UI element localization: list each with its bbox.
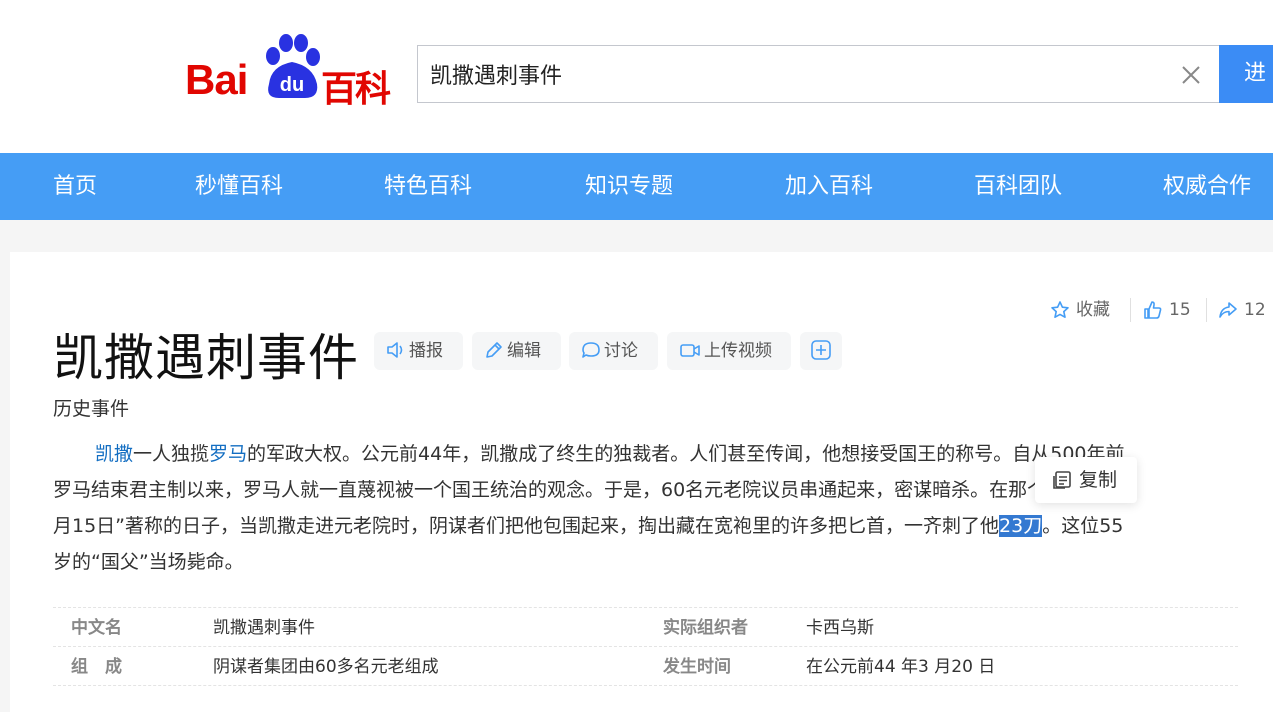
share-button[interactable]: 12	[1218, 296, 1266, 324]
like-count: 15	[1169, 300, 1191, 320]
basic-info-table: 中文名 凯撒遇刺事件 实际组织者 卡西乌斯 组 成 阴谋者集团由60多名元老组成…	[53, 607, 1238, 686]
paw-logo-icon: du	[266, 34, 320, 98]
baidu-baike-logo[interactable]: Bai du 百科	[185, 34, 405, 110]
share-count: 12	[1244, 300, 1266, 320]
info-key: 中文名	[71, 618, 122, 638]
search-button[interactable]: 进	[1219, 45, 1273, 103]
copy-icon	[1053, 471, 1071, 489]
more-actions-button[interactable]	[800, 332, 842, 370]
nav-item-special[interactable]: 特色百科	[384, 153, 472, 220]
edit-button[interactable]: 编辑	[472, 332, 561, 370]
selected-text[interactable]: 23刀	[999, 515, 1043, 537]
summary-text: 一人独揽	[133, 443, 210, 465]
nav-item-miaodong[interactable]: 秒懂百科	[195, 153, 283, 220]
nav-item-home[interactable]: 首页	[53, 153, 97, 220]
upload-video-button[interactable]: 上传视频	[667, 332, 791, 370]
broadcast-button[interactable]: 播报	[374, 332, 463, 370]
summary-line: 岁的“国父”当场毙命。	[53, 551, 244, 573]
summary-text: 。这位55	[1042, 515, 1124, 537]
divider	[1206, 298, 1207, 322]
search-box	[417, 45, 1219, 103]
nav-item-team[interactable]: 百科团队	[974, 153, 1062, 220]
info-value: 阴谋者集团由60多名元老组成	[213, 657, 439, 677]
logo-baike-text: 百科	[321, 69, 391, 110]
copy-label: 复制	[1079, 469, 1118, 491]
main-nav: 首页 秒懂百科 特色百科 知识专题 加入百科 百科团队 权威合作	[0, 153, 1273, 220]
summary-text: 的军政大权。公元前44年，凯撒成了终生的独裁者。人们甚至传闻，他想接受国王的称号…	[247, 443, 1125, 465]
discuss-label: 讨论	[604, 341, 638, 361]
divider	[1130, 298, 1131, 322]
nav-item-cooperation[interactable]: 权威合作	[1163, 153, 1251, 220]
info-value[interactable]: 卡西乌斯	[806, 608, 874, 648]
like-button[interactable]: 15	[1143, 296, 1191, 324]
nav-item-join[interactable]: 加入百科	[785, 153, 873, 220]
collect-button[interactable]: 收藏	[1050, 296, 1110, 324]
info-value: 凯撒遇刺事件	[213, 618, 315, 638]
summary-text: 月15日”著称的日子，当凯撒走进元老院时，阴谋者们把他包围起来，掏出藏在宽袍里的…	[53, 515, 1000, 537]
info-row: 组 成 阴谋者集团由60多名元老组成 发生时间 在公元前44 年3 月20 日	[53, 646, 1238, 686]
link-luoma[interactable]: 罗马	[209, 443, 247, 465]
broadcast-label: 播报	[409, 341, 443, 361]
info-value: 在公元前44 年3 月20 日	[806, 657, 996, 677]
info-key: 组 成	[71, 657, 122, 677]
edit-label: 编辑	[507, 341, 541, 361]
logo-bai-text: Bai	[185, 56, 248, 103]
share-icon	[1219, 302, 1237, 318]
collect-label: 收藏	[1076, 300, 1110, 320]
summary-line: 月15日”著称的日子，当凯撒走进元老院时，阴谋者们把他包围起来，掏出藏在宽袍里的…	[53, 508, 1238, 544]
upload-video-label: 上传视频	[704, 341, 772, 361]
pencil-icon	[486, 341, 502, 358]
header: Bai du 百科 进	[0, 0, 1273, 153]
thumbs-up-icon	[1144, 301, 1162, 319]
page-title: 凯撒遇刺事件	[53, 329, 359, 387]
nav-item-topics[interactable]: 知识专题	[585, 153, 673, 220]
info-row: 中文名 凯撒遇刺事件 实际组织者 卡西乌斯	[53, 607, 1238, 646]
speaker-icon	[387, 341, 403, 358]
info-key: 实际组织者	[663, 618, 748, 638]
clear-icon[interactable]	[1179, 63, 1203, 87]
plus-square-icon	[811, 339, 831, 360]
link-kaisa[interactable]: 凯撒	[95, 443, 133, 465]
star-icon	[1051, 301, 1069, 318]
search-input[interactable]	[430, 58, 1130, 90]
copy-popup[interactable]: 复制	[1035, 457, 1137, 503]
logo-du-text: du	[280, 74, 304, 96]
discuss-button[interactable]: 讨论	[569, 332, 658, 370]
article-category: 历史事件	[53, 398, 130, 420]
comment-icon	[582, 341, 600, 358]
video-camera-icon	[680, 343, 700, 357]
info-key: 发生时间	[663, 657, 731, 677]
